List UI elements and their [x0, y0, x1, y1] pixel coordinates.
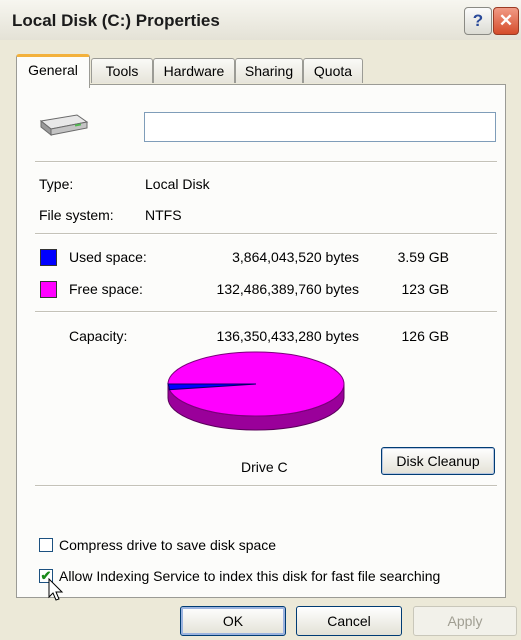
divider	[35, 233, 497, 235]
indexing-checkbox-row[interactable]: ✔ Allow Indexing Service to index this d…	[39, 568, 440, 584]
used-space-swatch	[40, 249, 57, 266]
window-title: Local Disk (C:) Properties	[12, 11, 220, 30]
free-space-size: 123 GB	[401, 281, 449, 297]
drive-caption: Drive C	[241, 459, 288, 475]
tab-general[interactable]: General	[16, 54, 90, 88]
tab-sharing[interactable]: Sharing	[235, 58, 303, 83]
apply-button[interactable]: Apply	[413, 606, 517, 636]
used-space-size: 3.59 GB	[397, 249, 449, 265]
divider	[35, 485, 497, 487]
file-system-value: NTFS	[145, 207, 182, 223]
tab-tools[interactable]: Tools	[91, 58, 153, 83]
close-button[interactable]: ✕	[493, 7, 519, 35]
type-label: Type:	[39, 176, 74, 192]
used-space-label: Used space:	[69, 249, 147, 265]
properties-dialog: Local Disk (C:) Properties ? ✕ General T…	[0, 0, 521, 640]
free-space-swatch	[40, 281, 57, 298]
disk-cleanup-button[interactable]: Disk Cleanup	[381, 447, 495, 475]
title-bar[interactable]: Local Disk (C:) Properties ? ✕	[0, 0, 521, 40]
cancel-button[interactable]: Cancel	[296, 606, 402, 636]
divider	[35, 161, 497, 163]
indexing-label: Allow Indexing Service to index this dis…	[59, 568, 441, 584]
disk-usage-pie-chart	[167, 351, 345, 431]
capacity-label: Capacity:	[69, 328, 128, 344]
volume-label-input[interactable]	[144, 112, 496, 142]
help-button[interactable]: ?	[464, 7, 492, 35]
tab-hardware[interactable]: Hardware	[153, 58, 235, 83]
drive-icon	[39, 114, 89, 137]
compress-checkbox[interactable]	[39, 538, 53, 552]
free-space-bytes: 132,486,389,760 bytes	[216, 281, 359, 297]
mouse-cursor-icon	[48, 578, 64, 601]
capacity-size: 126 GB	[401, 328, 449, 344]
compress-label: Compress drive to save disk space	[59, 537, 277, 553]
free-space-label: Free space:	[69, 281, 143, 297]
compress-checkbox-row[interactable]: Compress drive to save disk space	[39, 537, 276, 553]
general-panel: Type: Local Disk File system: NTFS Used …	[16, 84, 506, 598]
capacity-bytes: 136,350,433,280 bytes	[216, 328, 359, 344]
ok-button[interactable]: OK	[180, 606, 286, 636]
file-system-label: File system:	[39, 207, 114, 223]
divider	[35, 311, 497, 313]
used-space-bytes: 3,864,043,520 bytes	[232, 249, 359, 265]
type-value: Local Disk	[145, 176, 210, 192]
tab-quota[interactable]: Quota	[303, 58, 363, 83]
